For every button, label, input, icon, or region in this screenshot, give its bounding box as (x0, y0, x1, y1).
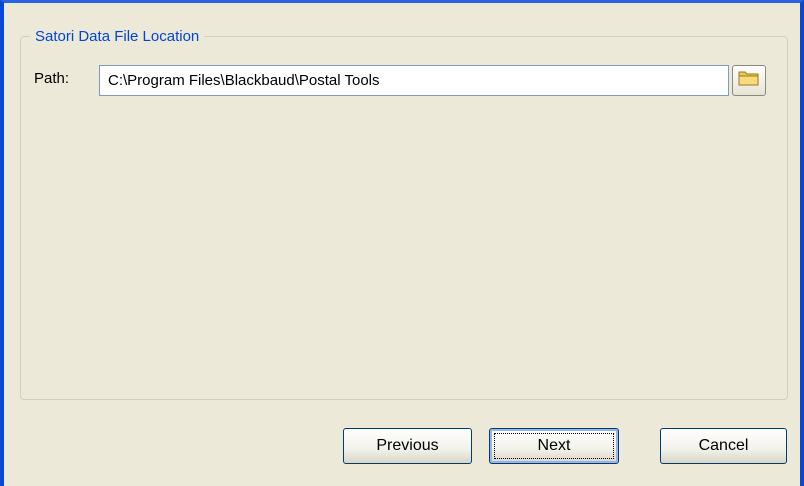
previous-button-label: Previous (376, 437, 439, 454)
next-button-label: Next (537, 437, 571, 454)
cancel-button[interactable]: Cancel (660, 428, 787, 464)
wizard-window: Satori Data File Location Path: Previous… (0, 0, 804, 486)
path-label: Path: (34, 70, 70, 87)
browse-folder-button[interactable] (732, 65, 766, 96)
next-button[interactable]: Next (489, 428, 619, 464)
path-input[interactable] (99, 65, 729, 96)
previous-button[interactable]: Previous (343, 428, 472, 464)
cancel-button-label: Cancel (698, 437, 749, 454)
groupbox-title: Satori Data File Location (30, 28, 205, 46)
folder-icon (738, 69, 760, 92)
